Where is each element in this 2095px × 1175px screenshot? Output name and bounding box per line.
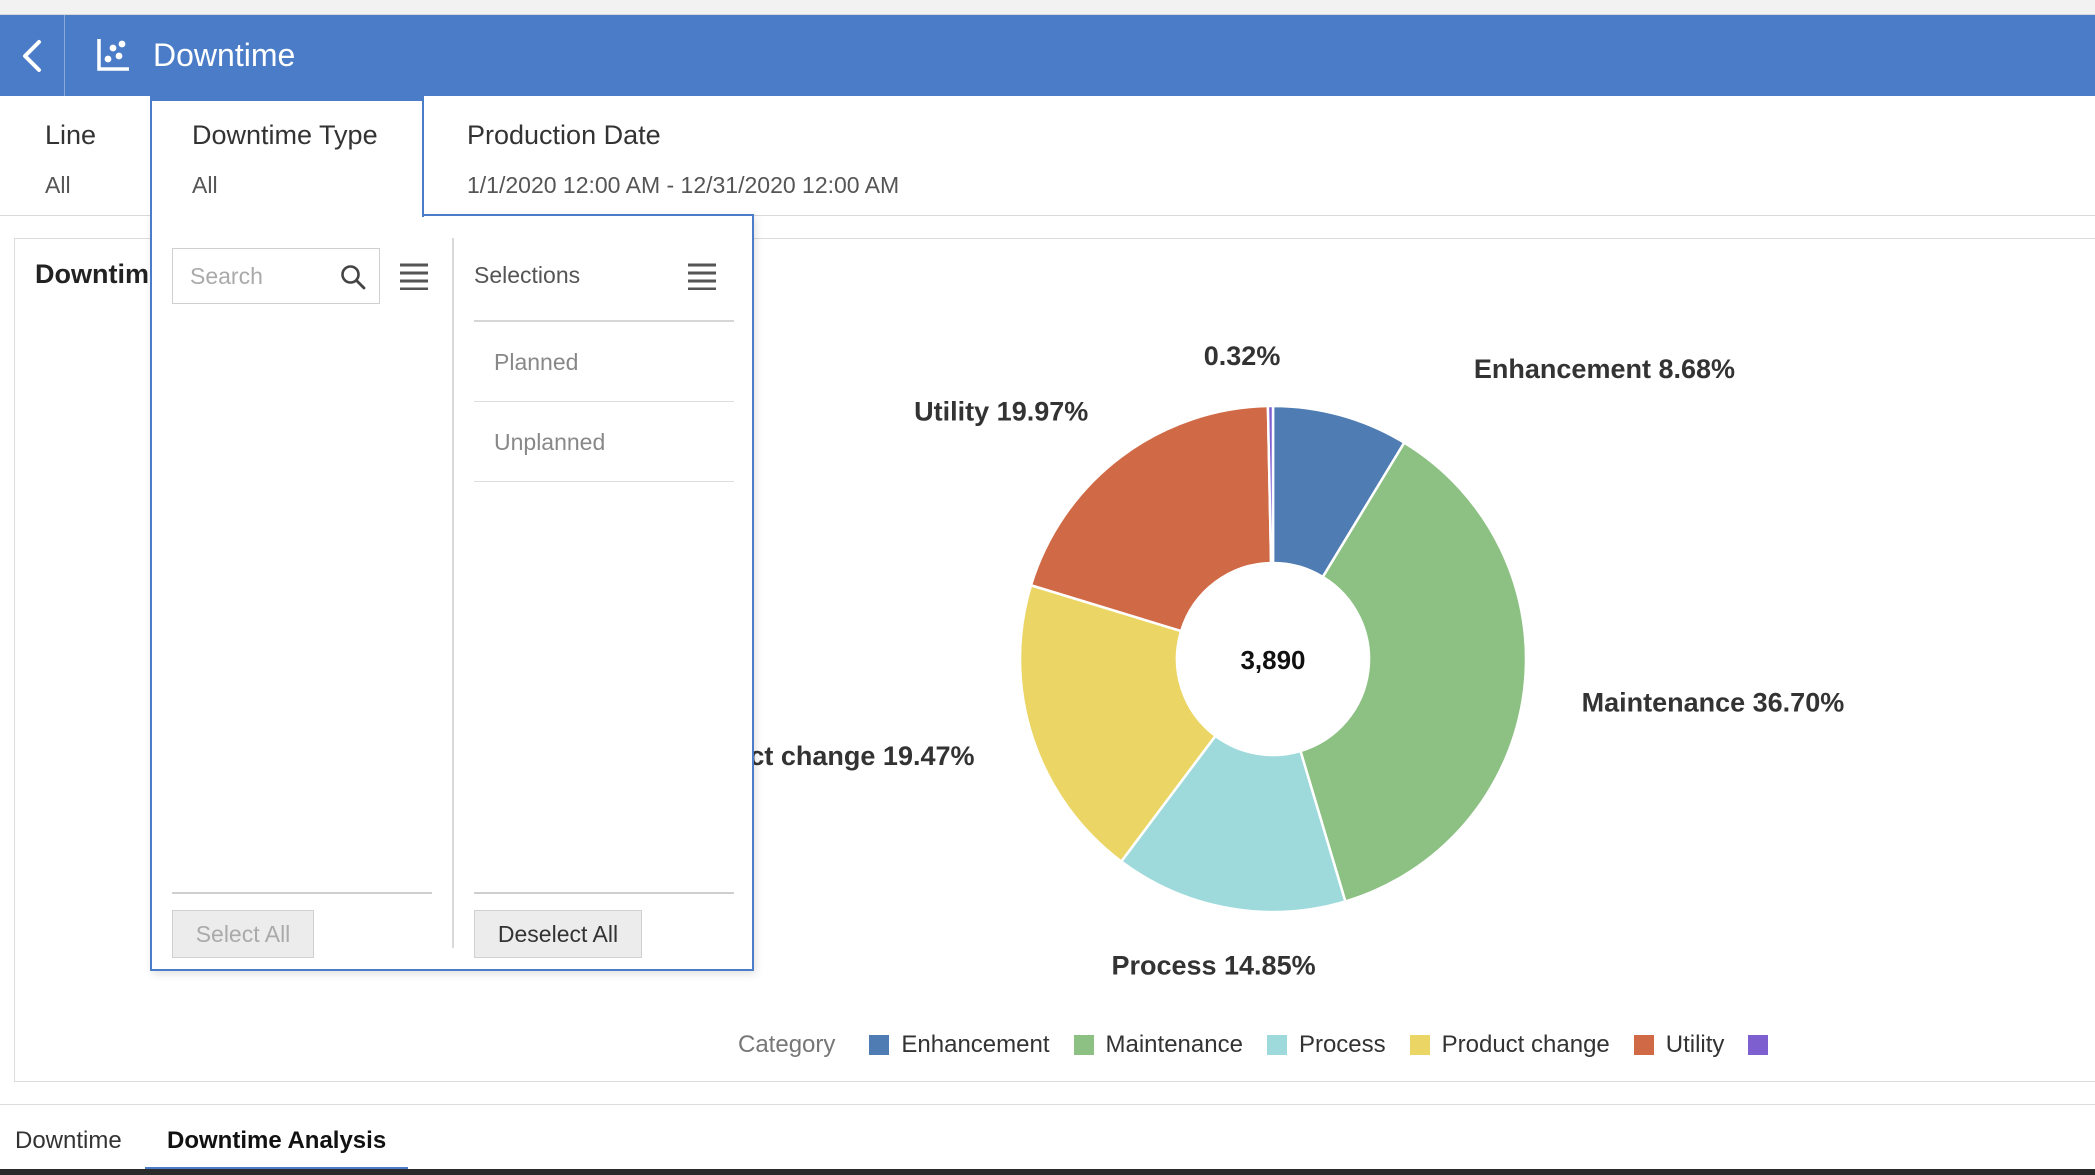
legend-item[interactable] <box>1748 1035 1780 1055</box>
legend-label: Enhancement <box>901 1031 1050 1058</box>
pie-slice-utility[interactable] <box>1029 404 1273 633</box>
legend-item[interactable]: Maintenance <box>1073 1031 1243 1059</box>
legend-label: Utility <box>1665 1031 1725 1058</box>
search-box[interactable] <box>172 248 380 304</box>
pie-data-label: 0.32% <box>1204 341 1281 371</box>
right-footer-divider <box>474 892 734 894</box>
legend-label: Product change <box>1441 1031 1610 1058</box>
legend-item[interactable]: Utility <box>1633 1031 1725 1059</box>
filter-downtime-type-label: Downtime Type <box>192 120 378 150</box>
legend-item[interactable]: Process <box>1266 1031 1386 1059</box>
downtime-type-dropdown: Selections Planned Unplanned Select All … <box>150 214 754 971</box>
tab-bar: Downtime Downtime Analysis <box>0 1104 2095 1175</box>
legend-swatch <box>1633 1035 1654 1055</box>
chart-legend: Category Enhancement Maintenance Process Pr… <box>738 1027 1804 1063</box>
legend-title: Category <box>738 1031 836 1058</box>
bottom-edge <box>0 1169 2095 1175</box>
tab-downtime-analysis[interactable]: Downtime Analysis <box>167 1127 386 1155</box>
select-all-button[interactable]: Select All <box>172 910 314 958</box>
legend-items: Enhancement Maintenance Process Product cha… <box>869 1031 1804 1059</box>
selection-item-unplanned[interactable]: Unplanned <box>474 402 734 482</box>
legend-item[interactable]: Product change <box>1409 1031 1610 1059</box>
pie-data-label: Process 14.85% <box>1111 950 1315 980</box>
pie-data-label: Enhancement 8.68% <box>1474 354 1735 384</box>
selection-item-planned[interactable]: Planned <box>474 322 734 402</box>
selection-item-label: Planned <box>494 349 579 375</box>
pie-data-label: Maintenance 36.70% <box>1582 687 1845 717</box>
pie-data-label: Utility 19.97% <box>914 396 1088 426</box>
column-divider <box>452 238 454 948</box>
legend-swatch <box>1748 1035 1769 1055</box>
filter-downtime-type[interactable]: Downtime Type All <box>150 96 424 217</box>
legend-swatch <box>1073 1035 1094 1055</box>
menu-lines-icon[interactable] <box>398 262 430 290</box>
selection-item-label: Unplanned <box>494 429 606 455</box>
legend-swatch <box>869 1035 890 1055</box>
search-icon[interactable] <box>339 263 367 291</box>
deselect-all-button[interactable]: Deselect All <box>474 910 642 958</box>
legend-label: Maintenance <box>1105 1031 1243 1058</box>
filter-downtime-type-value: All <box>192 172 218 198</box>
legend-swatch <box>1409 1035 1430 1055</box>
left-footer-divider <box>172 892 432 894</box>
menu-lines-icon[interactable] <box>686 262 718 290</box>
center-total-label: 3,890 <box>1240 645 1305 675</box>
legend-label: Process <box>1298 1031 1386 1058</box>
app-window: { "header": { "title": "Downtime", "back… <box>0 0 2095 1175</box>
legend-item[interactable]: Enhancement <box>869 1031 1050 1059</box>
tab-downtime[interactable]: Downtime <box>15 1127 122 1155</box>
search-input[interactable] <box>173 249 333 303</box>
legend-swatch <box>1266 1035 1287 1055</box>
selections-title: Selections <box>474 262 581 288</box>
